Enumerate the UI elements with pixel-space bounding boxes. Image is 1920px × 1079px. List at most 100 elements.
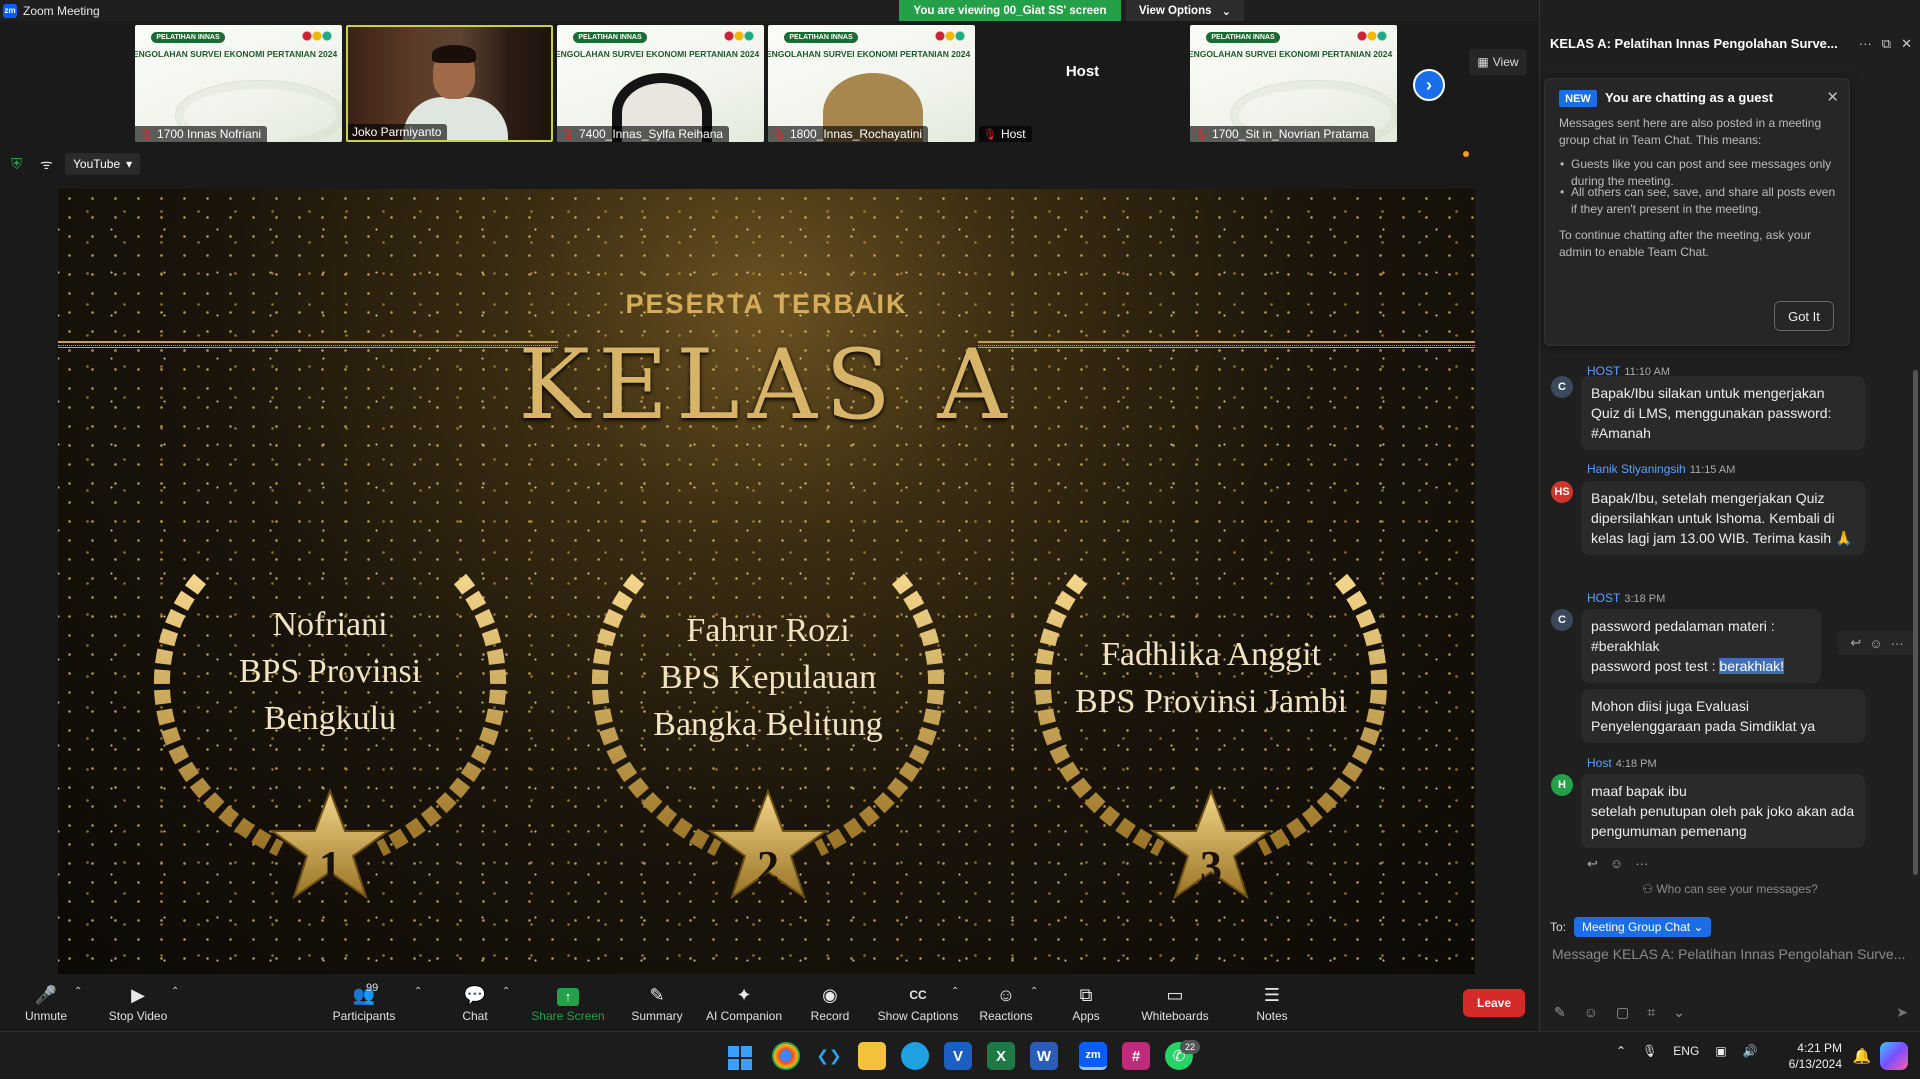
pop-out-icon[interactable]: ⧉ — [1882, 36, 1891, 52]
network-icon[interactable]: ▣ — [1715, 1044, 1726, 1058]
audio-options-caret-icon[interactable]: ⌃ — [74, 986, 82, 997]
clock[interactable]: 4:21 PM 6/13/2024 — [1770, 1040, 1842, 1072]
chat-label: Chat — [462, 1009, 488, 1023]
recipient-select[interactable]: Meeting Group Chat ⌄ — [1574, 917, 1712, 937]
share-screen-label: Share Screen — [531, 1009, 605, 1023]
edge-icon[interactable] — [901, 1042, 929, 1070]
leave-button[interactable]: Leave — [1463, 989, 1525, 1017]
captions-icon: CC — [909, 988, 927, 1002]
microphone-icon[interactable]: 🎙 — [1642, 1044, 1657, 1058]
participant-tile[interactable]: PELATIHAN INNAS ENGOLAHAN SURVEI EKONOMI… — [135, 25, 342, 142]
format-icon[interactable]: ✎ — [1554, 1004, 1566, 1021]
youtube-label: YouTube — [73, 157, 121, 171]
clock-time: 4:21 PM — [1797, 1041, 1842, 1055]
sender-name: HOST — [1587, 591, 1621, 605]
participant-tile-active-speaker[interactable]: Joko Parmiyanto — [346, 25, 553, 142]
send-icon[interactable]: ➤ — [1896, 1004, 1908, 1021]
message-bubble[interactable]: maaf bapak ibu setelah penutupan oleh pa… — [1581, 774, 1865, 848]
people-icon: ⚇ — [1642, 882, 1657, 896]
message-bubble[interactable]: password pedalaman materi : #berakhlak p… — [1581, 609, 1821, 683]
file-explorer-icon[interactable] — [858, 1042, 886, 1070]
winner-name: Nofriani BPS Provinsi Bengkulu — [150, 601, 510, 742]
captions-caret-icon[interactable]: ⌃ — [951, 986, 959, 997]
summary-label: Summary — [631, 1009, 683, 1023]
chat-scrollbar[interactable] — [1913, 370, 1918, 875]
winner-rank: 2 — [757, 842, 779, 891]
word-icon[interactable]: W — [1030, 1042, 1058, 1070]
show-captions-button[interactable]: CC Show Captions — [874, 984, 962, 1023]
shield-icon[interactable]: ⛨ — [11, 156, 27, 173]
record-button[interactable]: ◉ Record — [786, 984, 874, 1023]
share-screen-button[interactable]: ↑ Share Screen — [524, 984, 612, 1023]
avatar: HS — [1551, 481, 1573, 503]
winner-line: BPS Provinsi Jambi — [1074, 683, 1348, 720]
participant-name-text: Joko Parmiyanto — [352, 125, 442, 139]
participant-gallery: PELATIHAN INNAS ENGOLAHAN SURVEI EKONOMI… — [0, 21, 1539, 144]
more-icon[interactable]: ··· — [1859, 36, 1872, 52]
chat-caret-icon[interactable]: ⌃ — [502, 986, 510, 997]
zoom-taskbar-icon[interactable]: zm — [1079, 1042, 1107, 1070]
language-indicator[interactable]: ENG — [1673, 1044, 1699, 1058]
screenshot-icon[interactable]: ⌗ — [1647, 1004, 1655, 1021]
reply-icon[interactable]: ↩ — [1587, 856, 1598, 872]
add-reaction-icon[interactable]: ☺ — [1610, 856, 1623, 872]
guest-notice-bullet: All others can see, save, and share all … — [1560, 184, 1839, 218]
stop-video-button[interactable]: ▶ Stop Video — [94, 984, 182, 1023]
reply-icon[interactable]: ↩ — [1850, 635, 1861, 651]
vscode-icon[interactable]: ❮❯ — [815, 1042, 843, 1070]
message-bubble[interactable]: Mohon diisi juga Evaluasi Penyelenggaraa… — [1581, 689, 1865, 743]
viewing-banner: You are viewing 00_Giat SS' screen — [899, 0, 1121, 21]
youtube-button[interactable]: YouTube ▾ — [65, 153, 141, 175]
message-bubble[interactable]: Bapak/Ibu, setelah mengerjakan Quiz dipe… — [1581, 481, 1865, 555]
participant-tile[interactable]: PELATIHAN INNAS ENGOLAHAN SURVEI EKONOMI… — [1190, 25, 1397, 142]
participant-name: 🎙 1700 Innas Nofriani — [135, 126, 268, 142]
volume-icon[interactable]: 🔊 — [1743, 1044, 1758, 1058]
view-button-label: View — [1492, 55, 1519, 69]
notification-bell-icon[interactable]: 🔔 — [1848, 1042, 1876, 1070]
notes-button[interactable]: ☰ Notes — [1228, 984, 1316, 1023]
close-icon[interactable]: ✕ — [1826, 88, 1839, 106]
emoji-icon[interactable]: ☺ — [1584, 1004, 1598, 1021]
copilot-icon[interactable] — [1880, 1042, 1908, 1070]
livestream-icon[interactable]: ᯤ — [40, 155, 53, 174]
participant-name-text: 7400_Innas_Sylfa Reihana — [578, 127, 724, 141]
chat-message-input[interactable]: Message KELAS A: Pelatihan Innas Pengola… — [1552, 946, 1912, 962]
selected-text[interactable]: berakhlak! — [1719, 658, 1784, 674]
participants-button[interactable]: 👥 99 Participants — [320, 982, 408, 1023]
apps-button[interactable]: ⧉ Apps — [1042, 984, 1130, 1023]
slack-icon[interactable]: # — [1122, 1042, 1150, 1070]
ai-companion-button[interactable]: ✦ AI Companion — [700, 984, 788, 1023]
add-reaction-icon[interactable]: ☺ — [1869, 636, 1882, 651]
view-options-button[interactable]: View Options ⌄ — [1126, 0, 1244, 21]
visio-icon[interactable]: V — [944, 1042, 972, 1070]
next-page-button[interactable]: › — [1413, 69, 1445, 101]
windows-start-icon[interactable] — [728, 1046, 752, 1070]
participant-name-text: Host — [1000, 127, 1026, 141]
whiteboards-button[interactable]: ▭ Whiteboards — [1131, 984, 1219, 1023]
participant-tile[interactable]: PELATIHAN INNAS ENGOLAHAN SURVEI EKONOMI… — [557, 25, 764, 142]
ai-companion-label: AI Companion — [705, 1009, 783, 1023]
reactions-caret-icon[interactable]: ⌃ — [1030, 986, 1038, 997]
who-can-see-link[interactable]: ⚇ Who can see your messages? — [1540, 882, 1920, 896]
close-icon[interactable]: ✕ — [1901, 36, 1912, 52]
chevron-up-icon[interactable]: ⌃ — [1616, 1044, 1626, 1058]
excel-icon[interactable]: X — [987, 1042, 1015, 1070]
view-button[interactable]: ▦ View — [1469, 49, 1527, 75]
summary-button[interactable]: ✎ Summary — [613, 984, 701, 1023]
avatar: C — [1551, 609, 1573, 631]
chevron-down-icon[interactable]: ⌄ — [1673, 1004, 1685, 1021]
winner-line: Bangka Belitung — [653, 706, 883, 743]
participant-tile[interactable]: Host 🎙 Host — [979, 25, 1186, 142]
participants-caret-icon[interactable]: ⌃ — [414, 986, 422, 997]
message-bubble[interactable]: Bapak/Ibu silakan untuk mengerjakan Quiz… — [1581, 376, 1865, 450]
thumb-title: ENGOLAHAN SURVEI EKONOMI PERTANIAN 2024 — [1190, 49, 1393, 59]
more-icon[interactable]: ··· — [1891, 636, 1904, 651]
video-options-caret-icon[interactable]: ⌃ — [171, 986, 179, 997]
got-it-button[interactable]: Got It — [1774, 301, 1834, 331]
thumb-tag: PELATIHAN INNAS — [151, 32, 225, 43]
participant-tile[interactable]: PELATIHAN INNAS ENGOLAHAN SURVEI EKONOMI… — [768, 25, 975, 142]
video-person-hair — [432, 45, 476, 63]
more-icon[interactable]: ··· — [1635, 856, 1648, 872]
file-icon[interactable]: ▢ — [1616, 1004, 1629, 1021]
chrome-icon[interactable] — [772, 1042, 800, 1070]
